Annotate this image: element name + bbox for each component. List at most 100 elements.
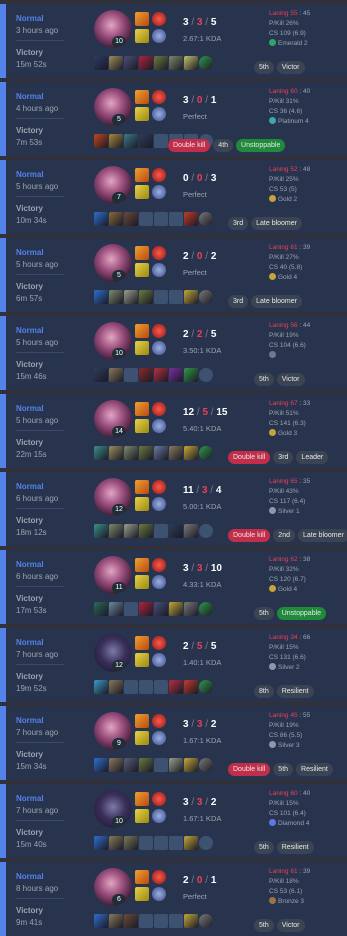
item-slot-icon[interactable] <box>184 290 198 304</box>
item-slot-icon[interactable] <box>169 836 183 850</box>
item-slot-icon[interactable] <box>139 368 153 382</box>
item-slot-icon[interactable] <box>124 56 138 70</box>
item-slot-icon[interactable] <box>169 446 183 460</box>
item-slot-icon[interactable] <box>169 758 183 772</box>
match-card[interactable]: Normal 6 hours ago Victory 18m 12s 12 11 / 3 … <box>0 472 347 546</box>
item-slot-icon[interactable] <box>154 914 168 928</box>
item-slot-icon[interactable] <box>169 56 183 70</box>
match-card[interactable]: Normal 7 hours ago Victory 15m 40s 10 3 / 3 /… <box>0 784 347 858</box>
match-card[interactable]: Normal 5 hours ago Victory 22m 15s 14 12 / 5 … <box>0 394 347 468</box>
item-slot-icon[interactable] <box>139 446 153 460</box>
item-slot-icon[interactable] <box>109 914 123 928</box>
item-slot-icon[interactable] <box>94 446 108 460</box>
item-slot-icon[interactable] <box>109 680 123 694</box>
trinket-item-icon[interactable] <box>199 680 213 694</box>
item-slot-icon[interactable] <box>124 758 138 772</box>
item-slot-icon[interactable] <box>124 134 138 148</box>
trinket-item-icon[interactable] <box>199 914 213 928</box>
item-slot-icon[interactable] <box>139 680 153 694</box>
item-slot-icon[interactable] <box>124 680 138 694</box>
trinket-item-icon[interactable] <box>199 290 213 304</box>
champion-portrait[interactable]: 6 <box>94 868 132 906</box>
item-slot-icon[interactable] <box>109 134 123 148</box>
item-slot-icon[interactable] <box>154 56 168 70</box>
match-card[interactable]: Normal 3 hours ago Victory 15m 52s 10 3 / 3 /… <box>0 4 347 78</box>
item-slot-icon[interactable] <box>94 758 108 772</box>
champion-portrait[interactable]: 11 <box>94 556 132 594</box>
item-slot-icon[interactable] <box>124 914 138 928</box>
item-slot-icon[interactable] <box>154 134 168 148</box>
champion-portrait[interactable]: 9 <box>94 712 132 750</box>
champion-portrait[interactable]: 10 <box>94 10 132 48</box>
item-slot-icon[interactable] <box>184 56 198 70</box>
item-slot-icon[interactable] <box>139 290 153 304</box>
champion-portrait[interactable]: 10 <box>94 790 132 828</box>
item-slot-icon[interactable] <box>154 368 168 382</box>
item-slot-icon[interactable] <box>154 212 168 226</box>
match-card[interactable]: Normal 5 hours ago Victory 15m 46s 10 2 / 2 /… <box>0 316 347 390</box>
item-slot-icon[interactable] <box>109 524 123 538</box>
item-slot-icon[interactable] <box>139 56 153 70</box>
match-card[interactable]: Normal 5 hours ago Victory 10m 34s 7 0 / 0 / … <box>0 160 347 234</box>
item-slot-icon[interactable] <box>184 680 198 694</box>
trinket-item-icon[interactable] <box>199 56 213 70</box>
trinket-item-icon[interactable] <box>199 836 213 850</box>
item-slot-icon[interactable] <box>184 914 198 928</box>
trinket-item-icon[interactable] <box>199 368 213 382</box>
item-slot-icon[interactable] <box>154 836 168 850</box>
item-slot-icon[interactable] <box>109 212 123 226</box>
item-slot-icon[interactable] <box>109 602 123 616</box>
champion-portrait[interactable]: 12 <box>94 634 132 672</box>
item-slot-icon[interactable] <box>124 446 138 460</box>
champion-portrait[interactable]: 10 <box>94 322 132 360</box>
match-card[interactable]: Normal 7 hours ago Victory 15m 34s 9 3 / 3 / … <box>0 706 347 780</box>
item-slot-icon[interactable] <box>109 56 123 70</box>
item-slot-icon[interactable] <box>184 524 198 538</box>
champion-portrait[interactable]: 12 <box>94 478 132 516</box>
item-slot-icon[interactable] <box>94 836 108 850</box>
item-slot-icon[interactable] <box>169 290 183 304</box>
item-slot-icon[interactable] <box>94 602 108 616</box>
trinket-item-icon[interactable] <box>199 758 213 772</box>
item-slot-icon[interactable] <box>139 836 153 850</box>
item-slot-icon[interactable] <box>139 914 153 928</box>
item-slot-icon[interactable] <box>124 212 138 226</box>
match-card[interactable]: Normal 7 hours ago Victory 19m 52s 12 2 / 5 /… <box>0 628 347 702</box>
item-slot-icon[interactable] <box>184 368 198 382</box>
item-slot-icon[interactable] <box>169 602 183 616</box>
item-slot-icon[interactable] <box>109 368 123 382</box>
item-slot-icon[interactable] <box>124 290 138 304</box>
item-slot-icon[interactable] <box>94 56 108 70</box>
trinket-item-icon[interactable] <box>199 446 213 460</box>
item-slot-icon[interactable] <box>184 446 198 460</box>
item-slot-icon[interactable] <box>154 290 168 304</box>
item-slot-icon[interactable] <box>169 368 183 382</box>
item-slot-icon[interactable] <box>94 290 108 304</box>
item-slot-icon[interactable] <box>94 212 108 226</box>
item-slot-icon[interactable] <box>154 758 168 772</box>
match-card[interactable]: Normal 4 hours ago Victory 7m 53s 5 3 / 0 / 1… <box>0 82 347 156</box>
item-slot-icon[interactable] <box>184 758 198 772</box>
item-slot-icon[interactable] <box>139 758 153 772</box>
item-slot-icon[interactable] <box>154 602 168 616</box>
trinket-item-icon[interactable] <box>199 212 213 226</box>
item-slot-icon[interactable] <box>139 602 153 616</box>
item-slot-icon[interactable] <box>109 446 123 460</box>
champion-portrait[interactable]: 7 <box>94 166 132 204</box>
item-slot-icon[interactable] <box>94 134 108 148</box>
item-slot-icon[interactable] <box>124 836 138 850</box>
trinket-item-icon[interactable] <box>199 524 213 538</box>
item-slot-icon[interactable] <box>109 758 123 772</box>
item-slot-icon[interactable] <box>139 524 153 538</box>
champion-portrait[interactable]: 5 <box>94 244 132 282</box>
trinket-item-icon[interactable] <box>199 602 213 616</box>
item-slot-icon[interactable] <box>154 446 168 460</box>
item-slot-icon[interactable] <box>184 602 198 616</box>
item-slot-icon[interactable] <box>154 524 168 538</box>
item-slot-icon[interactable] <box>109 836 123 850</box>
item-slot-icon[interactable] <box>124 602 138 616</box>
item-slot-icon[interactable] <box>124 368 138 382</box>
item-slot-icon[interactable] <box>94 524 108 538</box>
item-slot-icon[interactable] <box>169 212 183 226</box>
item-slot-icon[interactable] <box>139 212 153 226</box>
